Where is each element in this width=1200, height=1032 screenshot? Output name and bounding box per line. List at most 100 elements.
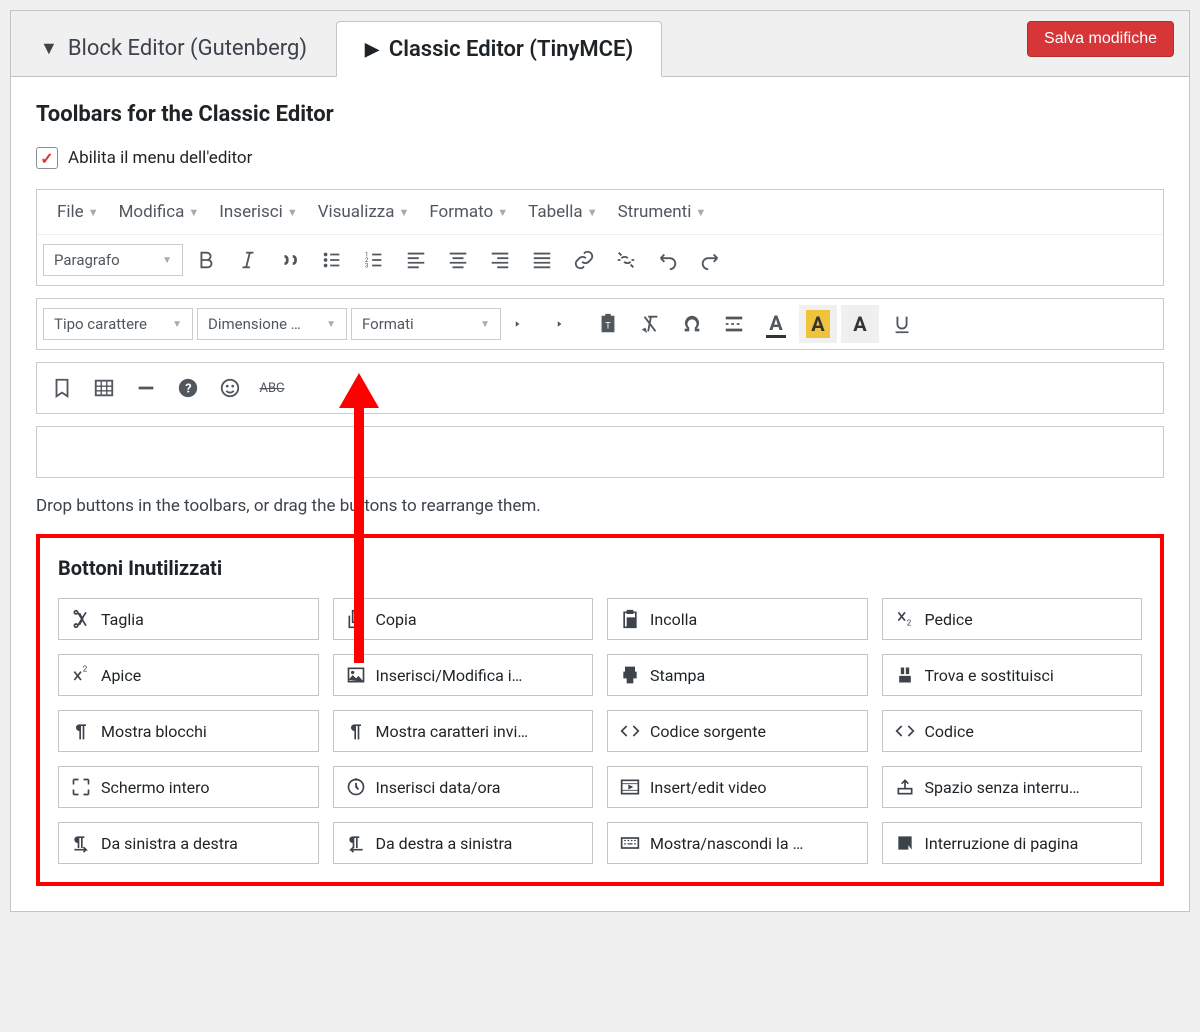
strike-icon[interactable]: ABC <box>253 369 291 407</box>
menu-file[interactable]: File▼ <box>49 198 107 226</box>
ol-icon[interactable]: 123 <box>355 241 393 279</box>
sub-icon <box>895 609 915 629</box>
toolbar-row-1[interactable]: File▼ Modifica▼ Inserisci▼ Visualizza▼ F… <box>36 189 1164 286</box>
button-label: Da destra a sinistra <box>376 834 513 853</box>
kbd-icon <box>620 833 640 853</box>
chevron-down-icon: ▼ <box>587 206 598 219</box>
unused-button-rtl[interactable]: Da destra a sinistra <box>333 822 594 864</box>
unused-button-sup[interactable]: Apice <box>58 654 319 696</box>
copy-icon <box>346 609 366 629</box>
unused-button-print[interactable]: Stampa <box>607 654 868 696</box>
save-button[interactable]: Salva modifiche <box>1027 21 1174 57</box>
paragraph-dropdown[interactable]: Paragrafo▼ <box>43 244 183 276</box>
text-color-icon[interactable]: A <box>757 305 795 343</box>
font-dropdown[interactable]: Tipo carattere▼ <box>43 308 193 340</box>
unused-button-ltr[interactable]: Da sinistra a destra <box>58 822 319 864</box>
button-label: Insert/edit video <box>650 778 766 797</box>
menu-edit[interactable]: Modifica▼ <box>111 198 208 226</box>
formats-dropdown[interactable]: Formati▼ <box>351 308 501 340</box>
unused-button-source[interactable]: Codice sorgente <box>607 710 868 752</box>
bold-icon[interactable] <box>187 241 225 279</box>
button-label: Codice <box>925 722 974 741</box>
unlink-icon[interactable] <box>607 241 645 279</box>
undo-icon[interactable] <box>649 241 687 279</box>
link-icon[interactable] <box>565 241 603 279</box>
chevron-down-icon: ▼ <box>287 206 298 219</box>
unused-button-code[interactable]: Codice <box>882 710 1143 752</box>
button-label: Pedice <box>925 610 973 629</box>
unused-button-copy[interactable]: Copia <box>333 598 594 640</box>
bookmark-icon[interactable] <box>43 369 81 407</box>
toolbar-row-2[interactable]: Tipo carattere▼ Dimensione …▼ Formati▼ T… <box>36 298 1164 350</box>
toolbar-row-empty[interactable] <box>36 426 1164 478</box>
align-center-icon[interactable] <box>439 241 477 279</box>
table-icon[interactable] <box>85 369 123 407</box>
svg-text:?: ? <box>185 382 191 397</box>
unused-button-find[interactable]: Trova e sostituisci <box>882 654 1143 696</box>
help-icon[interactable]: ? <box>169 369 207 407</box>
hr-icon[interactable] <box>127 369 165 407</box>
redo-icon[interactable] <box>691 241 729 279</box>
unused-button-paste[interactable]: Incolla <box>607 598 868 640</box>
source-icon <box>620 721 640 741</box>
menu-tools[interactable]: Strumenti▼ <box>610 198 715 226</box>
button-label: Interruzione di pagina <box>925 834 1079 853</box>
italic-icon[interactable] <box>229 241 267 279</box>
background-color-icon[interactable]: A <box>841 305 879 343</box>
unused-button-invis[interactable]: Mostra caratteri invi… <box>333 710 594 752</box>
outdent-icon[interactable] <box>505 305 543 343</box>
button-label: Apice <box>101 666 141 685</box>
checkbox-icon[interactable]: ✓ <box>36 147 58 169</box>
underline-icon[interactable] <box>883 305 921 343</box>
rtl-icon <box>346 833 366 853</box>
chevron-down-icon: ▼ <box>480 319 490 330</box>
unused-button-img[interactable]: Inserisci/Modifica i… <box>333 654 594 696</box>
clear-format-icon[interactable] <box>631 305 669 343</box>
toolbar-row-3[interactable]: ? ABC <box>36 362 1164 414</box>
unused-button-date[interactable]: Inserisci data/ora <box>333 766 594 808</box>
button-label: Mostra/nascondi la … <box>650 834 803 853</box>
format-bar[interactable]: Paragrafo▼ 123 <box>37 234 1163 285</box>
unused-button-kbd[interactable]: Mostra/nascondi la … <box>607 822 868 864</box>
emoji-icon[interactable] <box>211 369 249 407</box>
unused-button-break[interactable]: Interruzione di pagina <box>882 822 1143 864</box>
align-justify-icon[interactable] <box>523 241 561 279</box>
unused-button-video[interactable]: Insert/edit video <box>607 766 868 808</box>
unused-button-full[interactable]: Schermo intero <box>58 766 319 808</box>
break-icon <box>895 833 915 853</box>
read-more-icon[interactable] <box>715 305 753 343</box>
unused-button-blocks[interactable]: Mostra blocchi <box>58 710 319 752</box>
ul-icon[interactable] <box>313 241 351 279</box>
special-char-icon[interactable] <box>673 305 711 343</box>
highlight-icon[interactable]: A <box>799 305 837 343</box>
menu-view[interactable]: Visualizza▼ <box>310 198 418 226</box>
quote-icon[interactable] <box>271 241 309 279</box>
tab-block-editor[interactable]: ▼ Block Editor (Gutenberg) <box>11 21 336 76</box>
enable-menu-row[interactable]: ✓ Abilita il menu dell'editor <box>36 147 1164 169</box>
section-title: Toolbars for the Classic Editor <box>36 102 1164 127</box>
menu-insert[interactable]: Inserisci▼ <box>211 198 305 226</box>
size-dropdown[interactable]: Dimensione …▼ <box>197 308 347 340</box>
chevron-down-icon: ▼ <box>326 319 336 330</box>
unused-button-sub[interactable]: Pedice <box>882 598 1143 640</box>
invis-icon <box>346 721 366 741</box>
menu-table[interactable]: Tabella▼ <box>520 198 605 226</box>
unused-button-nbsp[interactable]: Spazio senza interru… <box>882 766 1143 808</box>
help-text: Drop buttons in the toolbars, or drag th… <box>36 496 1164 516</box>
unused-button-cut[interactable]: Taglia <box>58 598 319 640</box>
code-icon <box>895 721 915 741</box>
align-right-icon[interactable] <box>481 241 519 279</box>
indent-icon[interactable] <box>547 305 585 343</box>
chevron-down-icon: ▼ <box>188 206 199 219</box>
video-icon <box>620 777 640 797</box>
enable-menu-label: Abilita il menu dell'editor <box>68 148 252 168</box>
tab-label: Block Editor (Gutenberg) <box>68 36 307 61</box>
align-left-icon[interactable] <box>397 241 435 279</box>
paste-text-icon[interactable]: T <box>589 305 627 343</box>
chevron-down-icon: ▼ <box>88 206 99 219</box>
sup-icon <box>71 665 91 685</box>
tab-classic-editor[interactable]: ▶ Classic Editor (TinyMCE) <box>336 21 662 77</box>
nbsp-icon <box>895 777 915 797</box>
button-label: Mostra caratteri invi… <box>376 722 529 741</box>
menu-format[interactable]: Formato▼ <box>421 198 516 226</box>
